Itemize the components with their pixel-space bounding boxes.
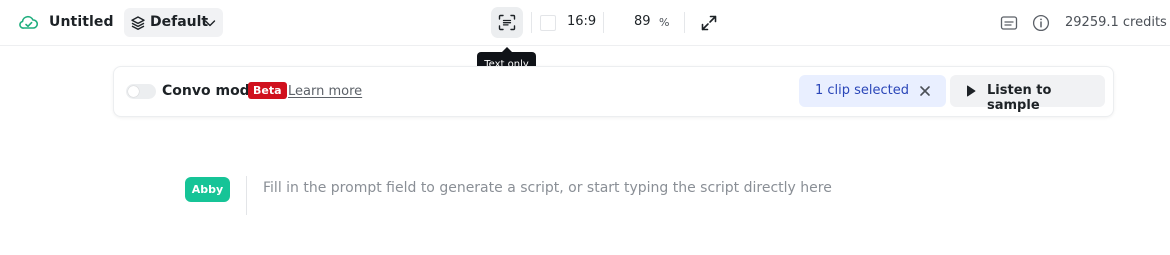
- clip-selected-label: 1 clip selected: [815, 83, 910, 98]
- project-title[interactable]: Untitled: [49, 14, 114, 30]
- zoom-unit: %: [659, 16, 670, 29]
- layers-icon: [131, 16, 145, 30]
- options-panel: Convo mode Beta Learn more 1 clip select…: [113, 66, 1114, 117]
- listen-to-sample-label: Listen to sample: [987, 83, 1052, 113]
- learn-more-link[interactable]: Learn more: [288, 84, 362, 99]
- clip-selected-pill[interactable]: 1 clip selected: [799, 75, 946, 107]
- cloud-saved-icon[interactable]: [18, 13, 40, 33]
- aspect-ratio-value[interactable]: 16:9: [567, 14, 596, 29]
- toolbar-divider: [603, 12, 604, 33]
- info-icon[interactable]: [1032, 14, 1050, 32]
- speaker-tag[interactable]: Abby: [185, 177, 230, 202]
- credits-balance: 29259.1 credits: [1065, 15, 1167, 30]
- preset-label: Default: [150, 14, 209, 30]
- listen-to-sample-button[interactable]: Listen to sample: [950, 75, 1105, 113]
- convo-mode-label: Convo mode: [162, 83, 260, 99]
- convo-mode-toggle[interactable]: [126, 84, 156, 99]
- chevron-down-icon: [204, 20, 216, 27]
- expand-icon[interactable]: [700, 14, 718, 32]
- captions-icon[interactable]: [1000, 15, 1018, 31]
- text-only-button[interactable]: [491, 7, 523, 38]
- zoom-value[interactable]: 89: [634, 14, 651, 29]
- toolbar-divider: [531, 12, 532, 33]
- beta-badge: Beta: [248, 82, 287, 99]
- toolbar-divider: [684, 12, 685, 33]
- script-input[interactable]: Fill in the prompt field to generate a s…: [263, 180, 832, 196]
- play-icon: [967, 85, 976, 97]
- aspect-ratio-swatch[interactable]: [540, 15, 556, 31]
- text-only-icon: [498, 14, 516, 31]
- preset-dropdown[interactable]: Default: [124, 8, 223, 37]
- top-toolbar: Untitled Default 16:9 89 % 29259.1 credi…: [0, 0, 1170, 46]
- script-divider: [246, 176, 247, 215]
- close-icon[interactable]: [918, 84, 932, 98]
